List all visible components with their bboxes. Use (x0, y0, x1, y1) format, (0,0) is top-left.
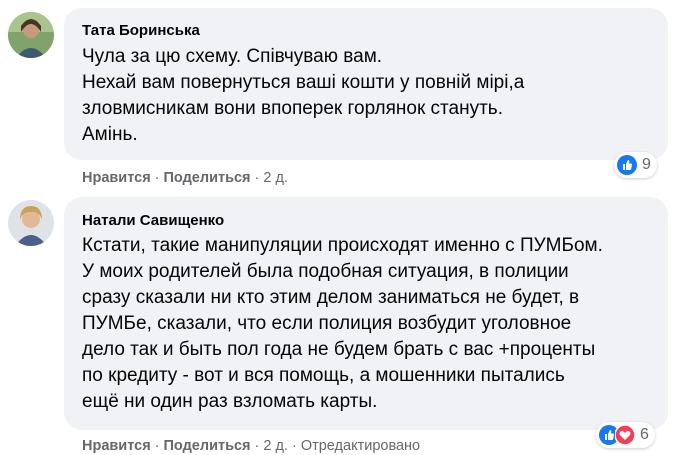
comment-line: дело так и быть пол года не будем брать … (82, 339, 596, 360)
avatar[interactable] (8, 12, 54, 58)
separator: · (254, 170, 260, 186)
edited-label[interactable]: Отредактировано (301, 438, 420, 454)
like-button[interactable]: Нравится (82, 170, 151, 186)
comment-line: ПУМБе, сказали, что если полиция возбуди… (82, 313, 572, 334)
comment-line: Кстати, такие манипуляции происходят име… (82, 235, 603, 256)
share-button[interactable]: Поделиться (164, 170, 251, 186)
separator: · (154, 170, 160, 186)
reaction-count: 6 (640, 426, 649, 443)
comment-line: сразу сказали ни кто этим делом занимать… (82, 287, 580, 308)
comment-actions: Нравится · Поделиться · 2 д. · Отредактировано (82, 438, 420, 454)
comment-line: У моих родителей была подобная ситуация,… (82, 261, 569, 282)
comment-bubble: Натали Савищенко Кстати, такие манипуляц… (64, 197, 668, 430)
timestamp[interactable]: 2 д. (263, 170, 288, 186)
comment-text: Кстати, такие манипуляции происходят име… (82, 233, 603, 415)
comment-line: ещё ни один раз взломать карты. (82, 391, 378, 412)
comment-author[interactable]: Тата Боринська (82, 22, 200, 39)
comment-line: Чула за цю схему. Співчуваю вам. (82, 46, 383, 67)
comment-line: Нехай вам повернуться ваші кошти у повні… (82, 72, 525, 93)
comment-actions: Нравится · Поделиться · 2 д. (82, 170, 288, 186)
share-button[interactable]: Поделиться (164, 438, 251, 454)
comment-author[interactable]: Натали Савищенко (82, 212, 224, 229)
love-icon (614, 424, 636, 446)
comment-line: по кредиту - вот и вся помощь, а мошенни… (82, 365, 565, 386)
reaction-summary[interactable]: 9 (614, 152, 657, 178)
separator: · (154, 438, 160, 454)
reaction-count: 9 (642, 156, 651, 173)
comment-text: Чула за цю схему. Співчуваю вам. Нехай в… (82, 44, 524, 148)
comment-line: зловмисникам вони впоперек горлянок стан… (82, 98, 503, 119)
separator: · (254, 438, 260, 454)
avatar[interactable] (8, 200, 54, 246)
like-icon (617, 155, 637, 175)
reaction-summary[interactable]: 6 (596, 422, 655, 448)
separator: · (291, 438, 297, 454)
timestamp[interactable]: 2 д. (263, 438, 288, 454)
comment-bubble: Тата Боринська Чула за цю схему. Співчув… (64, 8, 668, 160)
like-button[interactable]: Нравится (82, 438, 151, 454)
comment-line: Амінь. (82, 124, 138, 145)
